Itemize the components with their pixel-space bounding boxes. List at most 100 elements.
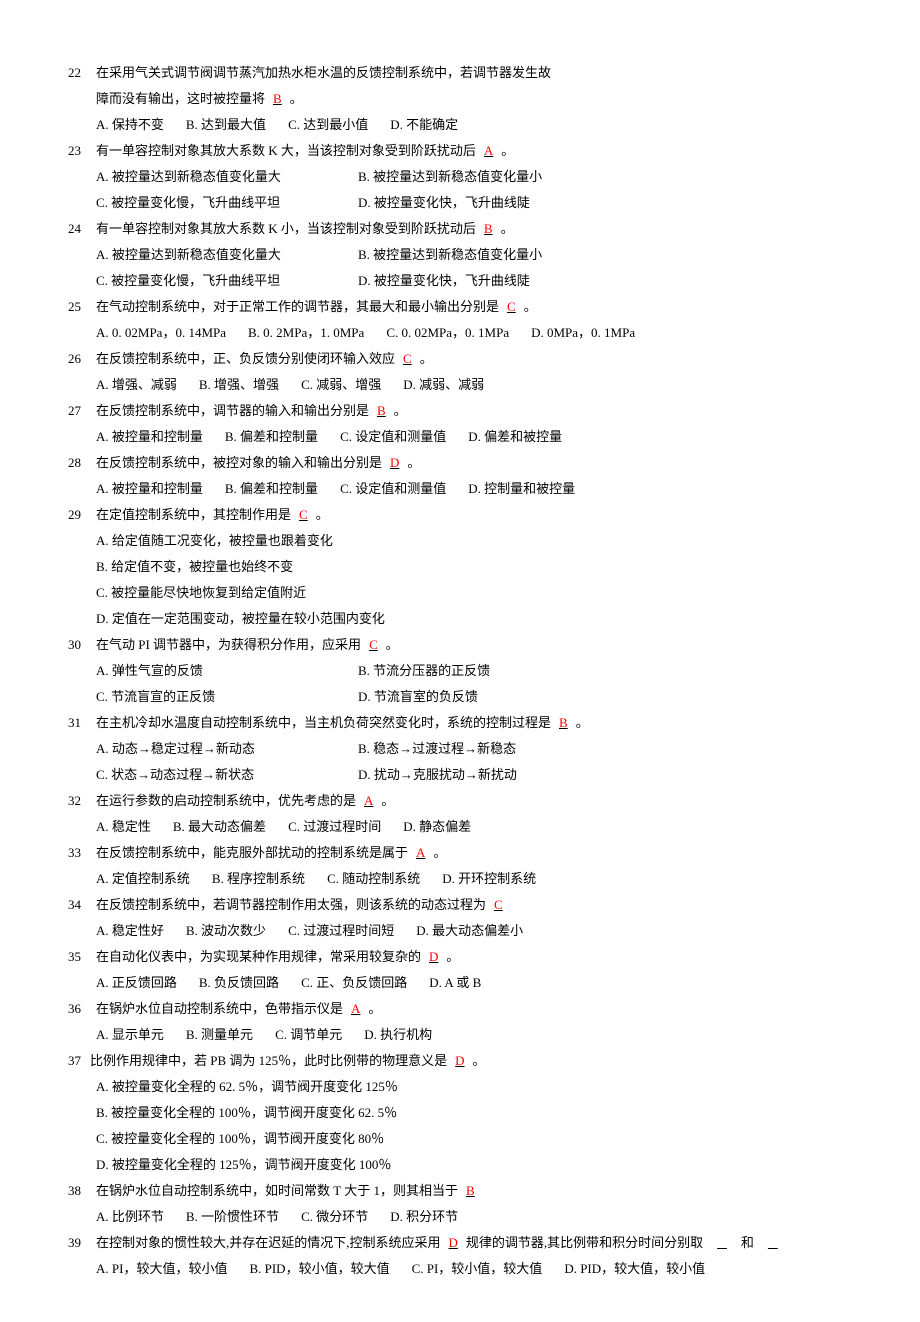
- options-row: B. 被控量变化全程的 100％，调节阀开度变化 62. 5％: [68, 1100, 852, 1126]
- stem-post: 。: [386, 637, 399, 652]
- question-stem: 30在气动 PI 调节器中，为获得积分作用，应采用C。: [68, 632, 852, 658]
- question-27: 27在反馈控制系统中，调节器的输入和输出分别是B。A. 被控量和控制量B. 偏差…: [68, 398, 852, 450]
- question-number: 36: [68, 996, 96, 1022]
- question-22: 22在采用气关式调节阀调节蒸汽加热水柜水温的反馈控制系统中，若调节器发生故障而没…: [68, 60, 852, 138]
- option: C. 节流盲宣的正反馈: [96, 684, 336, 710]
- answer-blank: A: [343, 1001, 368, 1016]
- question-stem: 32在运行参数的启动控制系统中，优先考虑的是A。: [68, 788, 852, 814]
- option: D. 执行机构: [364, 1027, 432, 1042]
- option: A. 保持不变: [96, 117, 164, 132]
- question-30: 30在气动 PI 调节器中，为获得积分作用，应采用C。A. 弹性气宣的反馈B. …: [68, 632, 852, 710]
- option: D. 0MPa，0. 1MPa: [531, 325, 635, 340]
- question-number: 23: [68, 138, 96, 164]
- stem-body: 在气动控制系统中，对于正常工作的调节器，其最大和最小输出分别是C。: [96, 294, 852, 320]
- question-number: 28: [68, 450, 96, 476]
- option: D. 最大动态偏差小: [416, 923, 523, 938]
- question-stem: 22在采用气关式调节阀调节蒸汽加热水柜水温的反馈控制系统中，若调节器发生故: [68, 60, 852, 86]
- stem-pre: 在定值控制系统中，其控制作用是: [96, 507, 291, 522]
- stem-post: 。: [501, 143, 514, 158]
- answer-blank: D: [447, 1053, 472, 1068]
- question-stem: 37比例作用规律中，若 PB 调为 125％，此时比例带的物理意义是D。: [68, 1048, 852, 1074]
- question-37: 37比例作用规律中，若 PB 调为 125％，此时比例带的物理意义是D。 A. 被…: [68, 1048, 852, 1178]
- question-38: 38在锅炉水位自动控制系统中，如时间常数 T 大于 1，则其相当于BA. 比例环…: [68, 1178, 852, 1230]
- answer-blank: A: [476, 143, 501, 158]
- stem-post: 。: [446, 949, 459, 964]
- stem-body: 在反馈控制系统中，被控对象的输入和输出分别是D。: [96, 450, 852, 476]
- stem-post: 。: [501, 221, 514, 236]
- stem-post: 。: [433, 845, 446, 860]
- options-row: C. 被控量能尽快地恢复到给定值附近: [68, 580, 852, 606]
- options-row: A. 稳定性好B. 波动次数少C. 过渡过程时间短D. 最大动态偏差小: [68, 918, 852, 944]
- option: A. 定值控制系统: [96, 871, 190, 886]
- stem-post: 。: [290, 91, 303, 106]
- option: A. 正反馈回路: [96, 975, 177, 990]
- options-row: A. 稳定性B. 最大动态偏差C. 过渡过程时间D. 静态偏差: [68, 814, 852, 840]
- stem-post: 。: [420, 351, 433, 366]
- question-number: 26: [68, 346, 96, 372]
- stem-post: 。: [407, 455, 420, 470]
- stem-body: 在运行参数的启动控制系统中，优先考虑的是A。: [96, 788, 852, 814]
- stem-post: 。: [316, 507, 329, 522]
- question-24: 24有一单容控制对象其放大系数 K 小，当该控制对象受到阶跃扰动后B。A. 被控…: [68, 216, 852, 294]
- stem-body: 在反馈控制系统中，若调节器控制作用太强，则该系统的动态过程为C: [96, 892, 852, 918]
- option: C. 微分环节: [301, 1209, 368, 1224]
- question-number: 29: [68, 502, 96, 528]
- question-number: 25: [68, 294, 96, 320]
- question-number: 33: [68, 840, 96, 866]
- options-row: C. 被控量变化慢，飞升曲线平坦D. 被控量变化快，飞升曲线陡: [68, 190, 852, 216]
- question-36: 36在锅炉水位自动控制系统中，色带指示仪是A。A. 显示单元B. 测量单元C. …: [68, 996, 852, 1048]
- stem-pre: 在锅炉水位自动控制系统中，如时间常数 T 大于 1，则其相当于: [96, 1183, 458, 1198]
- stem-body: 有一单容控制对象其放大系数 K 小，当该控制对象受到阶跃扰动后B。: [96, 216, 852, 242]
- stem-pre: 在反馈控制系统中，能克服外部扰动的控制系统是属于: [96, 845, 408, 860]
- option: D. PID，较大值，较小值: [564, 1261, 705, 1276]
- blank-2: [754, 1235, 792, 1250]
- option: B. 一阶惯性环节: [186, 1209, 279, 1224]
- option: A. 被控量变化全程的 62. 5％，调节阀开度变化 125％: [96, 1079, 398, 1094]
- stem-pre: 在反馈控制系统中，若调节器控制作用太强，则该系统的动态过程为: [96, 897, 486, 912]
- options-row: D. 定值在一定范围变动，被控量在较小范围内变化: [68, 606, 852, 632]
- question-number: 38: [68, 1178, 96, 1204]
- options-row: A. 被控量和控制量B. 偏差和控制量C. 设定值和测量值D. 偏差和被控量: [68, 424, 852, 450]
- options-row: A. 正反馈回路B. 负反馈回路C. 正、负反馈回路D. A 或 B: [68, 970, 852, 996]
- stem-body: 在控制对象的惯性较大,并存在迟延的情况下,控制系统应采用D规律的调节器,其比例带…: [96, 1230, 852, 1256]
- question-23: 23有一单容控制对象其放大系数 K 大，当该控制对象受到阶跃扰动后A。A. 被控…: [68, 138, 852, 216]
- option: B. 给定值不变，被控量也始终不变: [96, 559, 293, 574]
- question-stem: 35在自动化仪表中，为实现某种作用规律，常采用较复杂的D。: [68, 944, 852, 970]
- option: B. 最大动态偏差: [173, 819, 266, 834]
- option: B. 被控量变化全程的 100％，调节阀开度变化 62. 5％: [96, 1105, 397, 1120]
- question-stem: 29在定值控制系统中，其控制作用是C。: [68, 502, 852, 528]
- option: B. 程序控制系统: [212, 871, 305, 886]
- stem-post: 和: [741, 1235, 754, 1250]
- options-row: A. 增强、减弱B. 增强、增强C. 减弱、增强D. 减弱、减弱: [68, 372, 852, 398]
- stem-pre: 比例作用规律中，若 PB 调为 125％，此时比例带的物理意义是: [90, 1053, 447, 1068]
- stem-pre: 在自动化仪表中，为实现某种作用规律，常采用较复杂的: [96, 949, 421, 964]
- stem-body: 有一单容控制对象其放大系数 K 大，当该控制对象受到阶跃扰动后A。: [96, 138, 852, 164]
- question-number: 30: [68, 632, 96, 658]
- option: D. 不能确定: [390, 117, 458, 132]
- stem-pre: 在采用气关式调节阀调节蒸汽加热水柜水温的反馈控制系统中，若调节器发生故: [96, 65, 551, 80]
- question-number: 34: [68, 892, 96, 918]
- option: C. 被控量变化慢，飞升曲线平坦: [96, 268, 336, 294]
- stem-body: 在锅炉水位自动控制系统中，如时间常数 T 大于 1，则其相当于B: [96, 1178, 852, 1204]
- stem-line2-pre: 障而没有输出，这时被控量将: [96, 91, 265, 106]
- option: D. 扰动→克服扰动→新扰动: [358, 762, 598, 788]
- option: B. 偏差和控制量: [225, 429, 318, 444]
- options-row: C. 被控量变化慢，飞升曲线平坦D. 被控量变化快，飞升曲线陡: [68, 268, 852, 294]
- options-row: A. PI，较大值，较小值B. PID，较小值，较大值C. PI，较小值，较大值…: [68, 1256, 852, 1282]
- option: C. 减弱、增强: [301, 377, 381, 392]
- blank: [703, 1235, 741, 1250]
- exam-content: 22在采用气关式调节阀调节蒸汽加热水柜水温的反馈控制系统中，若调节器发生故障而没…: [68, 60, 852, 1282]
- option: D. 控制量和被控量: [468, 481, 575, 496]
- answer-blank: B: [458, 1183, 483, 1198]
- options-row: C. 节流盲宣的正反馈 D. 节流盲室的负反馈: [68, 684, 852, 710]
- option: A. 0. 02MPa，0. 14MPa: [96, 325, 226, 340]
- option: D. 节流盲室的负反馈: [358, 684, 598, 710]
- stem-post: 。: [473, 1053, 486, 1068]
- question-stem: 39在控制对象的惯性较大,并存在迟延的情况下,控制系统应采用D规律的调节器,其比…: [68, 1230, 852, 1256]
- stem-pre: 在气动控制系统中，对于正常工作的调节器，其最大和最小输出分别是: [96, 299, 499, 314]
- stem-post: 。: [524, 299, 537, 314]
- question-stem: 34在反馈控制系统中，若调节器控制作用太强，则该系统的动态过程为C: [68, 892, 852, 918]
- options-row: D. 被控量变化全程的 125％，调节阀开度变化 100％: [68, 1152, 852, 1178]
- options-row: A. 保持不变B. 达到最大值C. 达到最小值D. 不能确定: [68, 112, 852, 138]
- options-row: A. 动态→稳定过程→新动态B. 稳态→过渡过程→新稳态: [68, 736, 852, 762]
